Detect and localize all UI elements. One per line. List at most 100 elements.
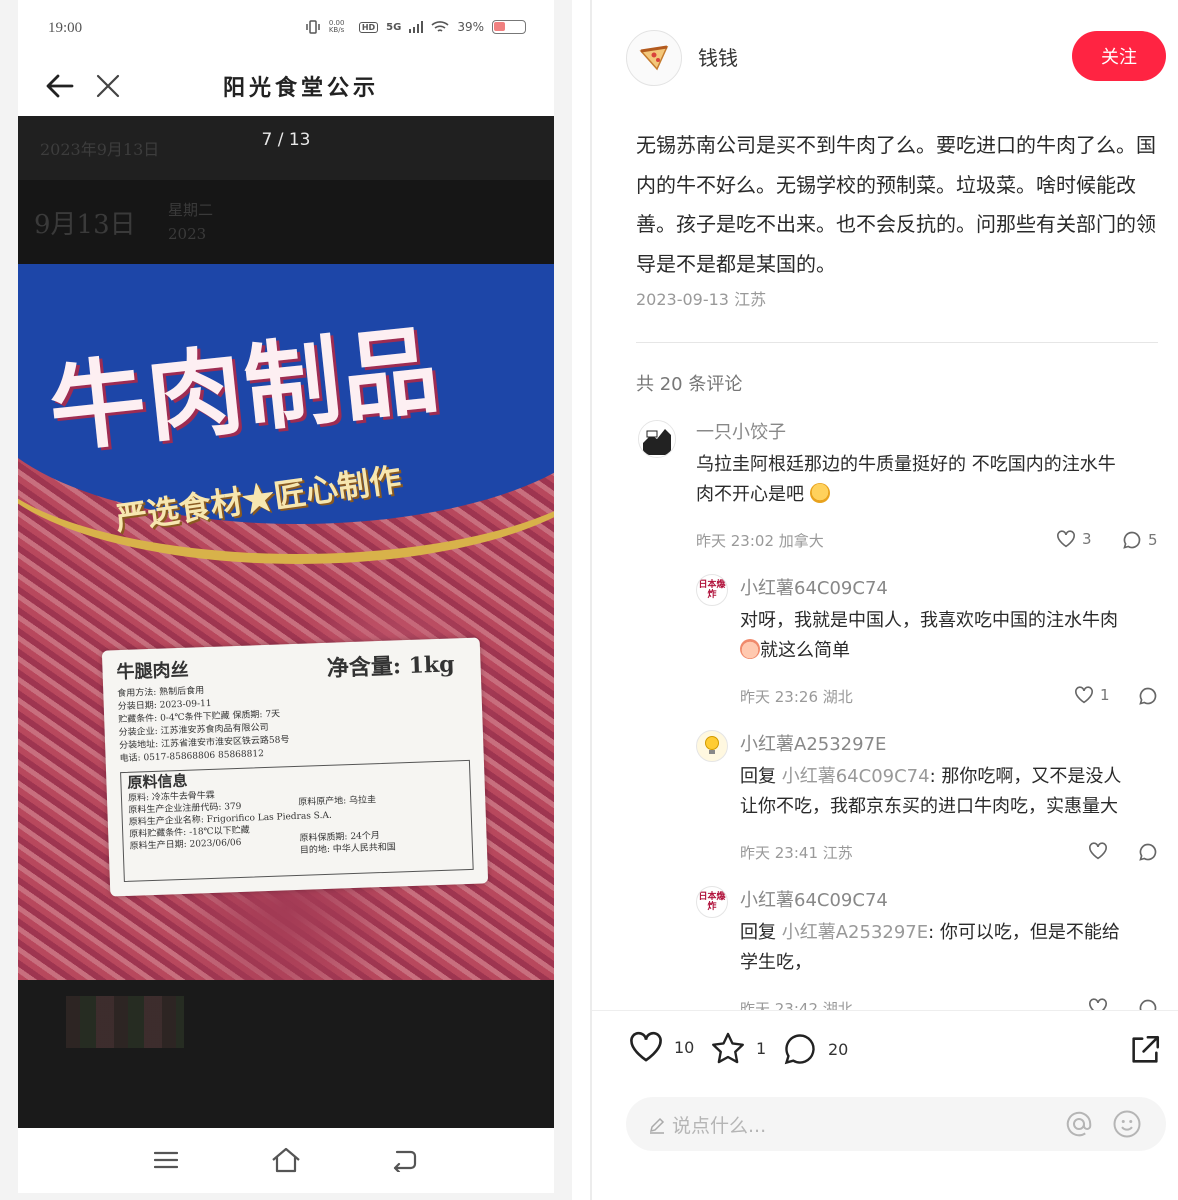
author-name[interactable]: 钱钱 (698, 42, 738, 71)
return-button[interactable] (384, 1142, 424, 1178)
engagement-bar: 10 1 20 说点什么... (592, 1010, 1178, 1200)
menu-button[interactable] (146, 1142, 186, 1178)
commenter-avatar[interactable]: 日本爆炸 (696, 574, 728, 606)
comment-text: 回复 小红薯A253297E: 你可以吃，但是不能给 学生吃， (740, 918, 1168, 978)
heart-icon (630, 1031, 662, 1062)
post-date-location: 2023-09-13 江苏 (636, 290, 767, 309)
battery-percent: 39% (457, 20, 484, 34)
comment-text-line: 就这么简单 (740, 636, 1168, 666)
reply-prefix: 回复 (740, 766, 776, 787)
post-panel: 钱钱 关注 无锡苏南公司是买不到牛肉了么。要吃进口的牛肉了么。国内的牛不好么。无… (590, 0, 1178, 1200)
mention-button[interactable] (1064, 1109, 1094, 1143)
network-speed: 0.00 KB/s (328, 19, 345, 34)
chat-icon (1139, 843, 1157, 861)
commenter-name[interactable]: 小红薯64C09C74 (740, 886, 888, 912)
placeholder-text: 说点什么... (672, 1115, 767, 1137)
label-net-weight: 净含量: 1kg (326, 651, 455, 682)
comment-item: 一只小饺子 乌拉圭阿根廷那边的牛质量挺好的 不吃国内的注水牛 肉不开心是吧 昨天… (592, 408, 1178, 568)
collect-button[interactable]: 1 (710, 1031, 766, 1065)
comment-text-span: : 那你吃啊，又不是没人 (929, 766, 1122, 787)
comment-like-button[interactable] (1088, 998, 1108, 1010)
collect-count: 1 (756, 1038, 767, 1058)
pizza-icon (639, 45, 669, 71)
chat-icon (1139, 999, 1157, 1010)
hd-icon: HD (358, 21, 379, 33)
comment-like-button[interactable]: 3 (1056, 530, 1092, 548)
divider (636, 342, 1158, 343)
reply-to-user[interactable]: 小红薯64C09C74 (782, 766, 930, 787)
comment-like-button[interactable]: 1 (1074, 686, 1110, 704)
network-type: 5G (386, 21, 402, 33)
reply-item: 日本爆炸 小红薯64C09C74 对呀，我就是中国人，我喜欢吃中国的注水牛肉 就… (592, 568, 1178, 724)
comment-date-location: 昨天 23:26 湖北 (740, 688, 853, 706)
commenter-name[interactable]: 小红薯64C09C74 (740, 574, 888, 600)
comment-list[interactable]: 一只小饺子 乌拉圭阿根廷那边的牛质量挺好的 不吃国内的注水牛 肉不开心是吧 昨天… (592, 408, 1178, 1010)
comment-button[interactable]: 20 (782, 1031, 848, 1067)
heart-icon (1057, 530, 1075, 548)
band-weekday-year: 星期二 2023 (168, 198, 213, 246)
battery-icon (492, 20, 526, 34)
avatar-image-icon (639, 421, 675, 457)
commenter-avatar[interactable] (696, 730, 728, 762)
comment-like-button[interactable] (1088, 842, 1108, 860)
comment-date-location: 昨天 23:42 湖北 (740, 1000, 853, 1010)
lightbulb-icon (705, 736, 719, 754)
status-bar: 19:00 0.00 KB/s HD 5G 39% (18, 0, 554, 58)
comment-text: 乌拉圭阿根廷那边的牛质量挺好的 不吃国内的注水牛 肉不开心是吧 (696, 450, 1166, 510)
commenter-avatar[interactable] (638, 420, 676, 458)
comment-text-line: 回复 小红薯A253297E: 你可以吃，但是不能给 (740, 918, 1168, 948)
reply-to-user[interactable]: 小红薯A253297E (782, 922, 928, 943)
comment-count: 共 20 条评论 (636, 374, 743, 395)
comment-reply-button[interactable] (1138, 686, 1158, 706)
comment-text-span: 肉不开心是吧 (696, 484, 804, 505)
image-counter: 7 / 13 (261, 130, 311, 150)
post-content: 无锡苏南公司是买不到牛肉了么。要吃进口的牛肉了么。国内的牛不好么。无锡学校的预制… (636, 133, 1156, 276)
reply-item: 小红薯A253297E 回复 小红薯64C09C74: 那你吃啊，又不是没人 让… (592, 724, 1178, 880)
comment-text-span: : 你可以吃，但是不能给 (928, 922, 1120, 943)
signal-icon (409, 21, 424, 33)
image-viewer[interactable]: 2023年9月13日 7 / 13 9月13日 星期二 2023 牛肉制品 严选… (18, 116, 554, 1128)
comment-reply-button[interactable]: 5 (1122, 530, 1158, 550)
home-button[interactable] (266, 1142, 306, 1178)
band-year: 2023 (168, 225, 207, 243)
comment-text: 回复 小红薯64C09C74: 那你吃啊，又不是没人 让你不吃，我都京东买的进口… (740, 762, 1168, 822)
system-nav-bar (18, 1128, 554, 1193)
phone-screenshot: 19:00 0.00 KB/s HD 5G 39% 阳光食堂公示 2023年9月… (0, 0, 572, 1200)
chat-icon (784, 1034, 815, 1065)
status-time: 19:00 (48, 20, 83, 36)
commenter-avatar[interactable]: 日本爆炸 (696, 886, 728, 918)
viewer-header: 2023年9月13日 7 / 13 (18, 116, 554, 180)
like-button[interactable]: 10 (628, 1031, 694, 1063)
comment-text-line: 肉不开心是吧 (696, 480, 1166, 510)
vibrate-icon (306, 20, 320, 34)
label-details: 食用方法: 熟制后食用 分装日期: 2023-09-11 贮藏条件: 0-4℃条… (117, 676, 470, 766)
emoji-button[interactable] (1112, 1109, 1142, 1143)
comment-reply-button[interactable] (1138, 842, 1158, 862)
comment-text-line: 回复 小红薯64C09C74: 那你吃啊，又不是没人 (740, 762, 1168, 792)
comment-input-placeholder: 说点什么... (648, 1111, 766, 1138)
star-icon (712, 1032, 744, 1064)
commenter-name[interactable]: 一只小饺子 (696, 418, 786, 444)
comment-reply-button[interactable] (1138, 998, 1158, 1010)
pencil-icon (649, 1117, 665, 1134)
phone-screen: 19:00 0.00 KB/s HD 5G 39% 阳光食堂公示 2023年9月… (18, 0, 554, 1193)
status-icons: 0.00 KB/s HD 5G 39% (305, 20, 526, 34)
raw-destination: 目的地: 中华人民共和国 (299, 842, 396, 856)
wifi-icon (431, 21, 449, 32)
chat-icon (1139, 687, 1157, 705)
follow-button[interactable]: 关注 (1072, 31, 1166, 81)
return-icon (393, 1150, 417, 1172)
thumbnail-strip[interactable] (66, 996, 184, 1048)
nav-bar: 阳光食堂公示 (18, 58, 554, 116)
comment-like-count: 3 (1082, 530, 1092, 548)
viewer-footer (18, 980, 554, 1128)
share-button[interactable] (1128, 1033, 1162, 1071)
comment-reply-count: 5 (1148, 531, 1158, 549)
page-title: 阳光食堂公示 (222, 75, 379, 101)
commenter-name[interactable]: 小红薯A253297E (740, 730, 886, 756)
comment-text-line: 学生吃， (740, 952, 812, 973)
band-weekday: 星期二 (168, 201, 214, 219)
author-avatar[interactable] (626, 30, 682, 86)
comment-date-location: 昨天 23:41 江苏 (740, 844, 853, 862)
comment-input[interactable]: 说点什么... (626, 1097, 1166, 1151)
